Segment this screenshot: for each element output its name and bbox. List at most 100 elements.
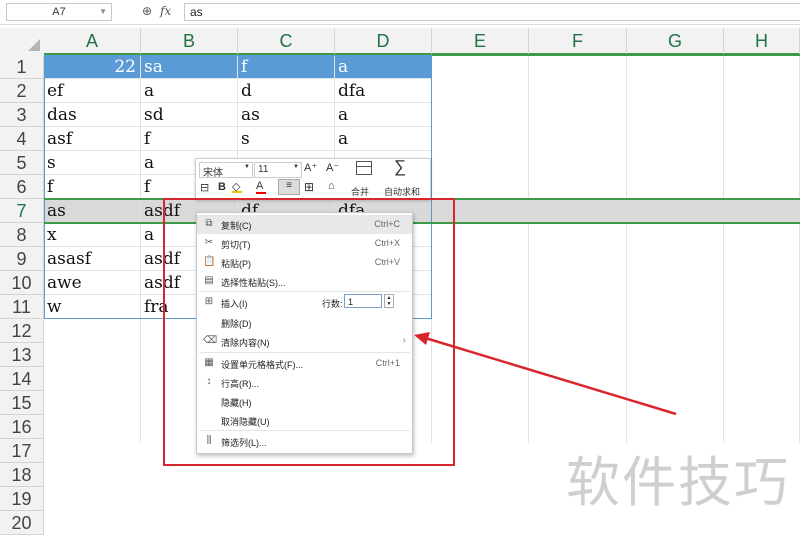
cell-a9[interactable]: asasf: [44, 247, 141, 271]
cell-a3[interactable]: das: [44, 103, 141, 127]
row-header-14[interactable]: 14: [0, 367, 44, 391]
row-header-5[interactable]: 5: [0, 151, 44, 175]
cell-b1[interactable]: sa: [141, 55, 238, 79]
column-header-h[interactable]: H: [724, 28, 800, 55]
chevron-down-icon[interactable]: ▼: [387, 301, 392, 307]
column-header-b[interactable]: B: [141, 28, 238, 55]
row-header-4[interactable]: 4: [0, 127, 44, 151]
menu-separator: [199, 352, 410, 353]
format-painter-icon[interactable]: ⊟: [200, 181, 209, 194]
row-header-20[interactable]: 20: [0, 511, 44, 535]
row-header-8[interactable]: 8: [0, 223, 44, 247]
cell-a4[interactable]: asf: [44, 127, 141, 151]
formula-input[interactable]: as: [184, 3, 800, 21]
menu-item-10[interactable]: 隐藏(H): [197, 392, 412, 411]
merge-label[interactable]: 合并: [351, 185, 369, 198]
clear-format-icon[interactable]: ⌂: [328, 180, 335, 192]
menu-separator: [199, 291, 410, 292]
menu-item-7[interactable]: ⌫ 清除内容(N) ›: [197, 332, 412, 351]
eraser-icon: ⌫: [203, 335, 218, 346]
cell-d2[interactable]: dfa: [335, 79, 432, 103]
column-header-c[interactable]: C: [238, 28, 335, 55]
arrow-head: [414, 332, 430, 345]
row-header-19[interactable]: 19: [0, 487, 44, 511]
menu-item-11[interactable]: 取消隐藏(U): [197, 411, 412, 430]
menu-item-label: 插入(I): [221, 299, 248, 309]
bold-button[interactable]: B: [218, 181, 226, 193]
row-header-15[interactable]: 15: [0, 391, 44, 415]
row-count-input[interactable]: 1: [344, 294, 382, 308]
row-header-10[interactable]: 10: [0, 271, 44, 295]
submenu-arrow-icon: ›: [402, 335, 406, 346]
font-size-select[interactable]: 11 ▼: [254, 162, 302, 178]
merge-icon[interactable]: [356, 161, 372, 175]
menu-item-1[interactable]: ⧉ 复制(C) Ctrl+C: [197, 215, 412, 234]
cell-b2[interactable]: a: [141, 79, 238, 103]
row-header-2[interactable]: 2: [0, 79, 44, 103]
row-header-12[interactable]: 12: [0, 319, 44, 343]
cell-b3[interactable]: sd: [141, 103, 238, 127]
cell-d4[interactable]: a: [335, 127, 432, 151]
cell-c4[interactable]: s: [238, 127, 335, 151]
row-header-11[interactable]: 11: [0, 295, 44, 319]
cell-a7[interactable]: as: [44, 199, 141, 223]
cell-a2[interactable]: ef: [44, 79, 141, 103]
menu-item-9[interactable]: ↕ 行高(R)...: [197, 373, 412, 392]
font-color-button[interactable]: A: [256, 180, 266, 194]
row-header-18[interactable]: 18: [0, 463, 44, 487]
menu-item-6[interactable]: 删除(D): [197, 313, 412, 332]
column-header-d[interactable]: D: [335, 28, 432, 55]
menu-item-label: 筛选列(L)...: [221, 438, 267, 448]
grow-font-button[interactable]: A⁺: [304, 161, 317, 174]
row-header-17[interactable]: 17: [0, 439, 44, 463]
align-center-icon[interactable]: ≡: [278, 179, 300, 195]
row-header-6[interactable]: 6: [0, 175, 44, 199]
row-header-9[interactable]: 9: [0, 247, 44, 271]
row-header-16[interactable]: 16: [0, 415, 44, 439]
row-header-7[interactable]: 7: [0, 199, 44, 223]
arrow-line: [421, 335, 677, 416]
cell-d1[interactable]: a: [335, 55, 432, 79]
autosum-label[interactable]: 自动求和: [384, 185, 420, 198]
cell-a5[interactable]: s: [44, 151, 141, 175]
menu-item-label: 行高(R)...: [221, 379, 259, 389]
column-header-a[interactable]: A: [44, 28, 141, 55]
cell-d3[interactable]: a: [335, 103, 432, 127]
menu-item-8[interactable]: ▦ 设置单元格格式(F)... Ctrl+1: [197, 354, 412, 373]
cell-a6[interactable]: f: [44, 175, 141, 199]
menu-item-12[interactable]: ⫼ 筛选列(L)...: [197, 432, 412, 451]
zoom-search-icon[interactable]: ⊕: [142, 4, 152, 18]
row-header-1[interactable]: 1: [0, 55, 44, 79]
header-selection-line: [432, 54, 800, 56]
cell-c2[interactable]: d: [238, 79, 335, 103]
cell-b4[interactable]: f: [141, 127, 238, 151]
row-header-13[interactable]: 13: [0, 343, 44, 367]
font-name-select[interactable]: 宋体 ▼: [199, 162, 253, 179]
select-all-corner[interactable]: [0, 28, 45, 56]
cell-c1[interactable]: f: [238, 55, 335, 79]
menu-item-label: 取消隐藏(U): [221, 417, 270, 427]
cell-a11[interactable]: w: [44, 295, 141, 319]
cell-a10[interactable]: awe: [44, 271, 141, 295]
chevron-down-icon: ▼: [244, 164, 250, 170]
cell-a1[interactable]: 22: [44, 55, 141, 79]
cell-a8[interactable]: x: [44, 223, 141, 247]
fx-icon[interactable]: fx: [160, 4, 171, 18]
font-name-value: 宋体: [203, 168, 223, 179]
shrink-font-button[interactable]: A⁻: [326, 161, 339, 174]
menu-item-4[interactable]: ▤ 选择性粘贴(S)...: [197, 272, 412, 291]
menu-item-3[interactable]: 📋 粘贴(P) Ctrl+V: [197, 253, 412, 272]
cell-c3[interactable]: as: [238, 103, 335, 127]
column-header-f[interactable]: F: [529, 28, 627, 55]
sigma-icon[interactable]: ∑: [394, 157, 406, 177]
column-header-e[interactable]: E: [432, 28, 529, 55]
menu-item-5[interactable]: ⊞ 插入(I) 行数: 1 ▲ ▼: [197, 293, 412, 312]
column-header-g[interactable]: G: [627, 28, 724, 55]
borders-icon[interactable]: ⊞: [304, 180, 314, 194]
row-header-3[interactable]: 3: [0, 103, 44, 127]
name-box[interactable]: A7 ▼: [6, 3, 112, 21]
row-count-stepper[interactable]: ▲ ▼: [384, 294, 394, 308]
fill-color-icon[interactable]: ◇: [232, 180, 242, 193]
chevron-down-icon[interactable]: ▼: [99, 4, 107, 20]
menu-item-2[interactable]: ✂ 剪切(T) Ctrl+X: [197, 234, 412, 253]
